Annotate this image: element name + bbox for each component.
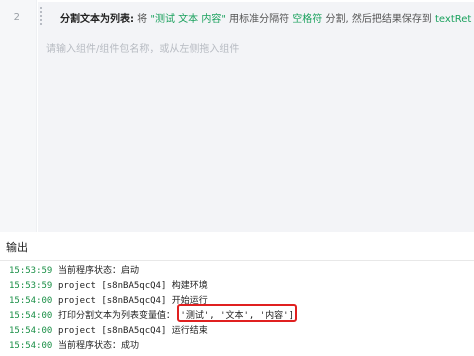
step-title: 分割文本为列表: [60, 14, 134, 25]
line-gutter: 2 [0, 0, 37, 232]
log-time: 15:53:59 [9, 281, 53, 291]
log-message: project [s8nBA5qcQ4] 构建环境 [58, 281, 208, 291]
log-time: 15:54:00 [9, 326, 53, 336]
step-text-3: 分割, 然后把结果保存到 [322, 14, 435, 25]
log-row: 15:53:59 当前程序状态：启动 [0, 264, 474, 279]
log-row: 15:54:00 project [s8nBA5qcQ4] 运行结束 [0, 324, 474, 339]
log-time: 15:54:00 [9, 311, 53, 321]
log-time: 15:53:59 [9, 266, 53, 276]
step-separator-value[interactable]: 空格符 [292, 14, 322, 25]
log-row: 15:54:00 当前程序状态：成功 [0, 339, 474, 354]
drag-handle-icon[interactable] [38, 7, 44, 29]
line-number: 2 [13, 12, 20, 23]
step-text-2: 用标准分隔符 [225, 14, 293, 25]
log-row: 15:53:59 project [s8nBA5qcQ4] 构建环境 [0, 279, 474, 294]
code-editor: 2 分割文本为列表: 将 "测试 文本 内容" 用标准分隔符 空格符 分割, 然… [0, 0, 474, 232]
step-text-1: 将 [134, 14, 151, 25]
log-message: 当前程序状态：启动 [58, 266, 140, 276]
log-time: 15:54:00 [9, 341, 53, 351]
step-input-value[interactable]: "测试 文本 内容" [150, 14, 226, 25]
log-message: 当前程序状态：成功 [58, 341, 140, 351]
log-message: project [s8nBA5qcQ4] 运行结束 [58, 326, 208, 336]
log-time: 15:54:00 [9, 296, 53, 306]
output-panel: 输出 15:53:59 当前程序状态：启动 15:53:59 project [… [0, 232, 474, 355]
step-block[interactable]: 分割文本为列表: 将 "测试 文本 内容" 用标准分隔符 空格符 分割, 然后把… [38, 2, 474, 232]
split-text-step[interactable]: 分割文本为列表: 将 "测试 文本 内容" 用标准分隔符 空格符 分割, 然后把… [60, 11, 471, 29]
component-search-input[interactable]: 请输入组件/组件包名称，或从左侧拖入组件 [46, 40, 466, 60]
step-output-variable[interactable]: textRet [435, 14, 471, 25]
output-title: 输出 [6, 241, 28, 254]
highlight-annotation-box [177, 304, 297, 322]
